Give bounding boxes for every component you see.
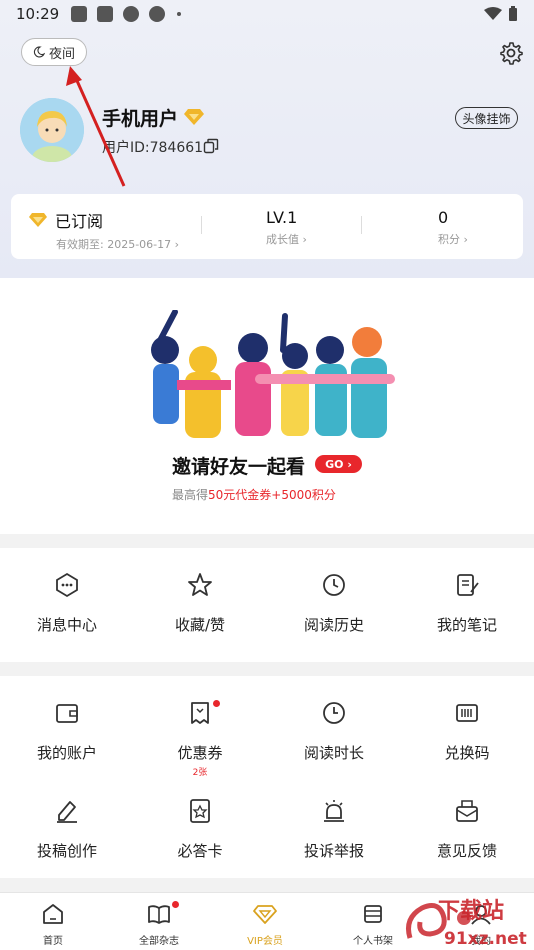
notification-icon: [97, 6, 114, 22]
status-bar: 10:29: [0, 0, 534, 28]
menu-item-label: 兑换码: [444, 744, 490, 762]
menu-item-label: 我的笔记: [436, 616, 497, 634]
new-badge-dot: [213, 700, 220, 707]
menu-item-label: 我的账户: [36, 744, 97, 762]
tab-home[interactable]: 首页: [0, 893, 106, 947]
menu-item-account[interactable]: 我的账户: [0, 700, 134, 763]
menu-item-submit[interactable]: 投稿创作: [0, 798, 134, 861]
tab-label: VIP会员: [247, 936, 283, 947]
subscription-expiry: 有效期至: 2025-06-17 ›: [56, 238, 180, 251]
moon-icon: [33, 46, 45, 58]
menu-item-favorites[interactable]: 收藏/赞: [133, 572, 267, 635]
tab-label: 全部杂志: [139, 936, 179, 947]
coupon-count: 2张: [192, 768, 208, 778]
menu-item-label: 消息中心: [36, 616, 97, 634]
feedback-icon: [456, 800, 478, 822]
history-icon: [323, 574, 345, 596]
diamond-icon: [253, 905, 277, 924]
menu-item-redeem-code[interactable]: 兑换码: [400, 700, 534, 763]
menu-section-primary: 消息中心 收藏/赞 阅读历史 我的笔记: [0, 548, 534, 662]
invite-title: 邀请好友一起看: [172, 456, 306, 478]
menu-item-messages[interactable]: 消息中心: [0, 572, 134, 635]
book-icon: [148, 905, 170, 924]
menu-item-label: 必答卡: [177, 842, 223, 860]
watermark-logo: 下载站 91xz.net: [406, 898, 527, 949]
vip-diamond-icon: [29, 213, 47, 227]
menu-item-label: 阅读时长: [303, 744, 364, 762]
menu-item-label: 收藏/赞: [174, 616, 226, 634]
tab-vip[interactable]: VIP会员: [212, 893, 318, 947]
wifi-icon: [484, 7, 502, 20]
menu-section-secondary: 我的账户 优惠券 2张 阅读时长 兑换码 投稿创作 必答卡 投诉举报 意见反馈: [0, 676, 534, 878]
level-value: LV.1: [266, 208, 298, 227]
menu-item-report[interactable]: 投诉举报: [267, 798, 401, 861]
subscribed-label: 已订阅: [55, 212, 104, 231]
subscription-stat[interactable]: 已订阅 有效期至: 2025-06-17 ›: [29, 208, 179, 252]
tab-label: 首页: [43, 936, 63, 947]
home-icon: [43, 904, 63, 924]
divider: [361, 216, 362, 234]
divider: [201, 216, 202, 234]
invite-go-button[interactable]: GO ›: [315, 455, 362, 473]
menu-item-label: 优惠券: [177, 744, 223, 762]
reward-prefix: 最高得: [172, 488, 209, 502]
shelf-icon: [364, 905, 382, 923]
new-badge-dot: [172, 901, 179, 908]
status-time: 10:29: [16, 5, 60, 23]
menu-item-reading-time[interactable]: 阅读时长: [267, 700, 401, 763]
site-watermark: 下载站 91xz.net: [400, 888, 534, 950]
coupon-icon: [191, 702, 209, 724]
level-label: 成长值 ›: [266, 233, 307, 246]
alarm-icon: [324, 800, 344, 822]
clock-icon: [323, 702, 345, 724]
night-mode-label: 夜间: [48, 46, 75, 62]
menu-item-label: 阅读历史: [303, 616, 364, 634]
battery-icon: [509, 6, 517, 21]
menu-item-label: 意见反馈: [436, 842, 497, 860]
menu-item-coupons[interactable]: 优惠券 2张: [133, 700, 267, 778]
invite-reward-text: 最高得50元代金券+5000积分: [172, 486, 336, 503]
menu-item-label: 投诉举报: [303, 842, 364, 860]
menu-item-history[interactable]: 阅读历史: [267, 572, 401, 635]
menu-item-feedback[interactable]: 意见反馈: [400, 798, 534, 861]
barcode-icon: [456, 704, 478, 722]
card-icon: [190, 799, 210, 823]
tab-magazines[interactable]: 全部杂志: [106, 893, 212, 947]
notification-icon: [149, 6, 166, 22]
more-notifications-icon: [177, 12, 182, 16]
notification-icon: [123, 6, 140, 22]
friends-group-illustration: [151, 310, 395, 438]
menu-item-answer-card[interactable]: 必答卡: [133, 798, 267, 861]
menu-item-label: 投稿创作: [36, 842, 97, 860]
notification-icon: [71, 6, 88, 22]
star-icon: [188, 573, 212, 596]
note-icon: [457, 574, 479, 596]
message-icon: [56, 572, 78, 598]
watermark-line2: 91xz.net: [444, 929, 527, 949]
points-stat[interactable]: 0 积分 ›: [438, 208, 468, 247]
subscription-stats-card: 已订阅 有效期至: 2025-06-17 › LV.1 成长值 › 0 积分 ›: [11, 194, 523, 259]
points-label: 积分 ›: [438, 233, 468, 246]
wallet-icon: [56, 704, 78, 723]
reward-highlight: 50元代金券+5000积分: [208, 488, 336, 502]
points-value: 0: [438, 208, 449, 227]
pen-icon: [57, 801, 77, 823]
watermark-line1: 下载站: [438, 898, 504, 924]
level-stat[interactable]: LV.1 成长值 ›: [266, 208, 307, 247]
menu-item-notes[interactable]: 我的笔记: [400, 572, 534, 635]
